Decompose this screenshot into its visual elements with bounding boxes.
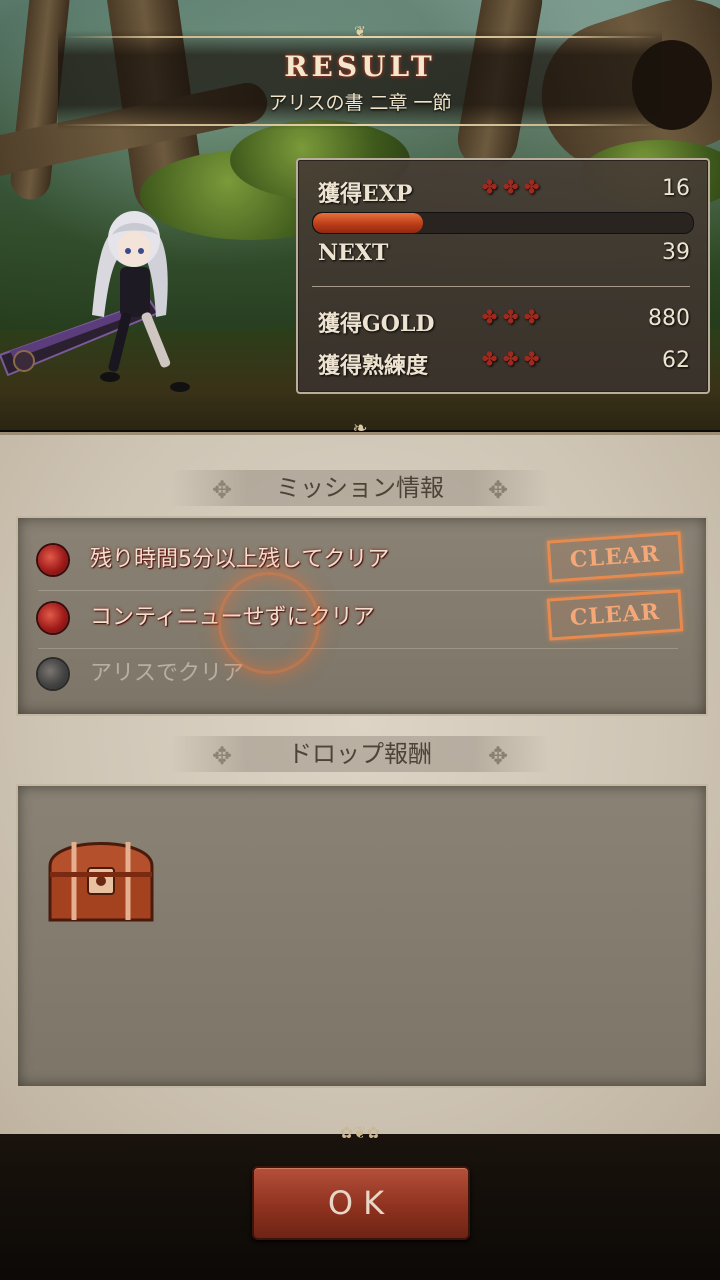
next-value: 39 — [662, 240, 690, 265]
gold-row: 獲得GOLD ✤✤✤ 880 — [318, 306, 690, 337]
reward-stats-panel: 獲得EXP ✤✤✤ 16 NEXT 39 獲得GOLD ✤✤✤ 880 獲得熟練… — [296, 158, 710, 394]
rose-icon-cleared — [38, 545, 68, 575]
gold-value: 880 — [648, 306, 690, 331]
mastery-dots-icon: ✤✤✤ — [482, 349, 546, 370]
exp-label: 獲得EXP — [318, 181, 413, 207]
ok-button[interactable]: OK — [252, 1166, 470, 1240]
exp-row: 獲得EXP ✤✤✤ 16 — [318, 176, 690, 207]
mission-text: 残り時間5分以上残してクリア — [90, 547, 390, 572]
rose-icon-uncleared — [38, 659, 68, 689]
exp-dots-icon: ✤✤✤ — [482, 177, 546, 198]
gold-dots-icon: ✤✤✤ — [482, 307, 546, 328]
mastery-label: 獲得熟練度 — [318, 353, 429, 379]
title-ornament-icon: ❦ — [354, 24, 366, 40]
title-bottom-rule — [62, 124, 658, 126]
stage-subtitle: アリスの書 二章 一節 — [268, 92, 452, 114]
footer-ornament-icon: ✿❦✿ — [339, 1123, 381, 1142]
character-sprite — [0, 211, 190, 392]
section-ornament-icon: ✥ — [487, 742, 509, 770]
next-row: NEXT 39 — [318, 240, 690, 270]
mission-divider — [38, 590, 678, 591]
mission-text: アリスでクリア — [90, 661, 245, 686]
exp-value: 16 — [662, 176, 690, 201]
result-title: RESULT — [284, 50, 436, 83]
exp-progress-fill — [313, 213, 424, 233]
rose-icon-cleared — [38, 603, 68, 633]
mission-divider — [38, 648, 678, 649]
next-label: NEXT — [318, 240, 389, 266]
section-ornament-icon: ✥ — [487, 476, 509, 504]
mastery-value: 62 — [662, 348, 690, 373]
panel-ornament-icon: ❧ — [352, 418, 368, 439]
exp-progress-bar — [312, 212, 694, 234]
mission-item: 残り時間5分以上残してクリア — [38, 540, 538, 580]
treasure-chest-icon[interactable] — [44, 826, 158, 926]
mastery-row: 獲得熟練度 ✤✤✤ 62 — [318, 348, 690, 379]
gold-label: 獲得GOLD — [318, 311, 435, 337]
tap-effect-ring — [218, 572, 320, 674]
stats-divider — [312, 286, 690, 287]
